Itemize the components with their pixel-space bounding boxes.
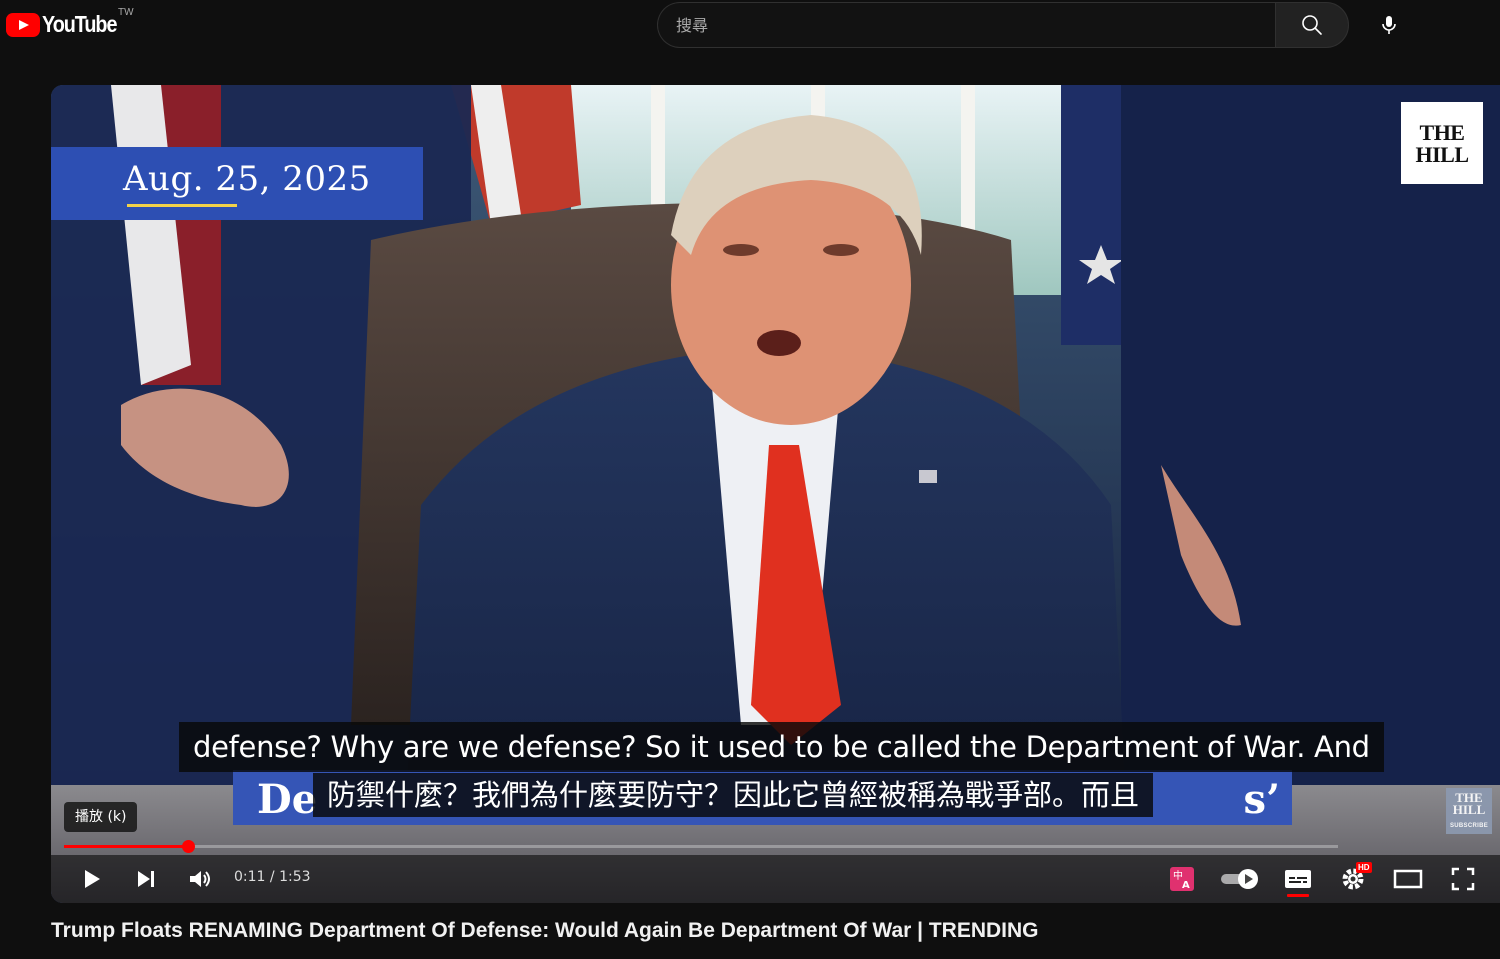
progress-scrubber[interactable] (181, 840, 195, 853)
microphone-icon (1382, 16, 1396, 34)
lower-third-suffix: s’ (1243, 776, 1280, 823)
subtitles-icon (1285, 870, 1311, 888)
caption-english: defense? Why are we defense? So it used … (179, 722, 1384, 772)
duration: 1:53 (279, 869, 311, 885)
autoplay-toggle-icon (1221, 869, 1258, 889)
hd-badge: HD (1356, 862, 1372, 873)
translate-icon: 中A (1170, 867, 1194, 891)
theater-mode-button[interactable] (1390, 861, 1426, 897)
settings-button[interactable]: HD (1335, 861, 1372, 897)
date-underline (127, 204, 237, 207)
search-box (657, 2, 1349, 48)
fullscreen-button[interactable] (1445, 861, 1481, 897)
search-icon (1302, 15, 1322, 35)
lower-third-prefix: De (257, 776, 318, 823)
mute-button[interactable] (182, 861, 218, 897)
auto-translate-button[interactable]: 中A (1164, 861, 1200, 897)
current-time: 0:11 (234, 869, 266, 885)
skip-next-icon (138, 871, 154, 887)
logo-text: YouTube (42, 11, 117, 37)
search-button[interactable] (1275, 2, 1349, 48)
youtube-play-logo-icon (6, 12, 40, 37)
time-display: 0:11 / 1:53 (234, 869, 311, 885)
search-input[interactable] (657, 2, 1275, 48)
caption-chinese: 防禦什麼？我們為什麼要防守？因此它曾經被稱為戰爭部。而且 (313, 773, 1154, 817)
svg-text:A: A (1182, 880, 1190, 891)
youtube-logo[interactable]: YouTube (6, 11, 129, 38)
player-controls: 0:11 / 1:53 中A HD (51, 855, 1500, 903)
subtitles-button[interactable] (1280, 861, 1316, 897)
theater-mode-icon (1393, 869, 1423, 889)
watermark-logo-text: THE HILL (1452, 790, 1486, 817)
the-hill-logo: THE HILL (1401, 102, 1483, 184)
subtitles-active-indicator (1287, 894, 1309, 897)
voice-search-button[interactable] (1367, 3, 1411, 47)
fullscreen-icon (1451, 867, 1475, 891)
channel-watermark[interactable]: THE HILL SUBSCRIBE (1446, 788, 1492, 834)
play-icon (85, 870, 100, 888)
region-code: TW (118, 7, 134, 18)
date-card: Aug. 25, 2025 (51, 147, 423, 220)
progress-played (64, 845, 188, 848)
autoplay-toggle[interactable] (1219, 861, 1263, 897)
video-title: Trump Floats RENAMING Department Of Defe… (51, 919, 1039, 942)
watermark-subscribe-text: SUBSCRIBE (1449, 823, 1489, 829)
video-player[interactable]: Aug. 25, 2025 THE HILL THE HILL SUBSCRIB… (51, 85, 1500, 903)
volume-icon (190, 871, 210, 887)
masthead: YouTube TW (0, 0, 1500, 56)
date-label: Aug. 25, 2025 (123, 159, 371, 199)
play-tooltip: 播放 (k) (64, 802, 138, 832)
next-button[interactable] (128, 861, 164, 897)
play-button[interactable] (73, 861, 109, 897)
progress-bar[interactable] (64, 840, 1338, 853)
